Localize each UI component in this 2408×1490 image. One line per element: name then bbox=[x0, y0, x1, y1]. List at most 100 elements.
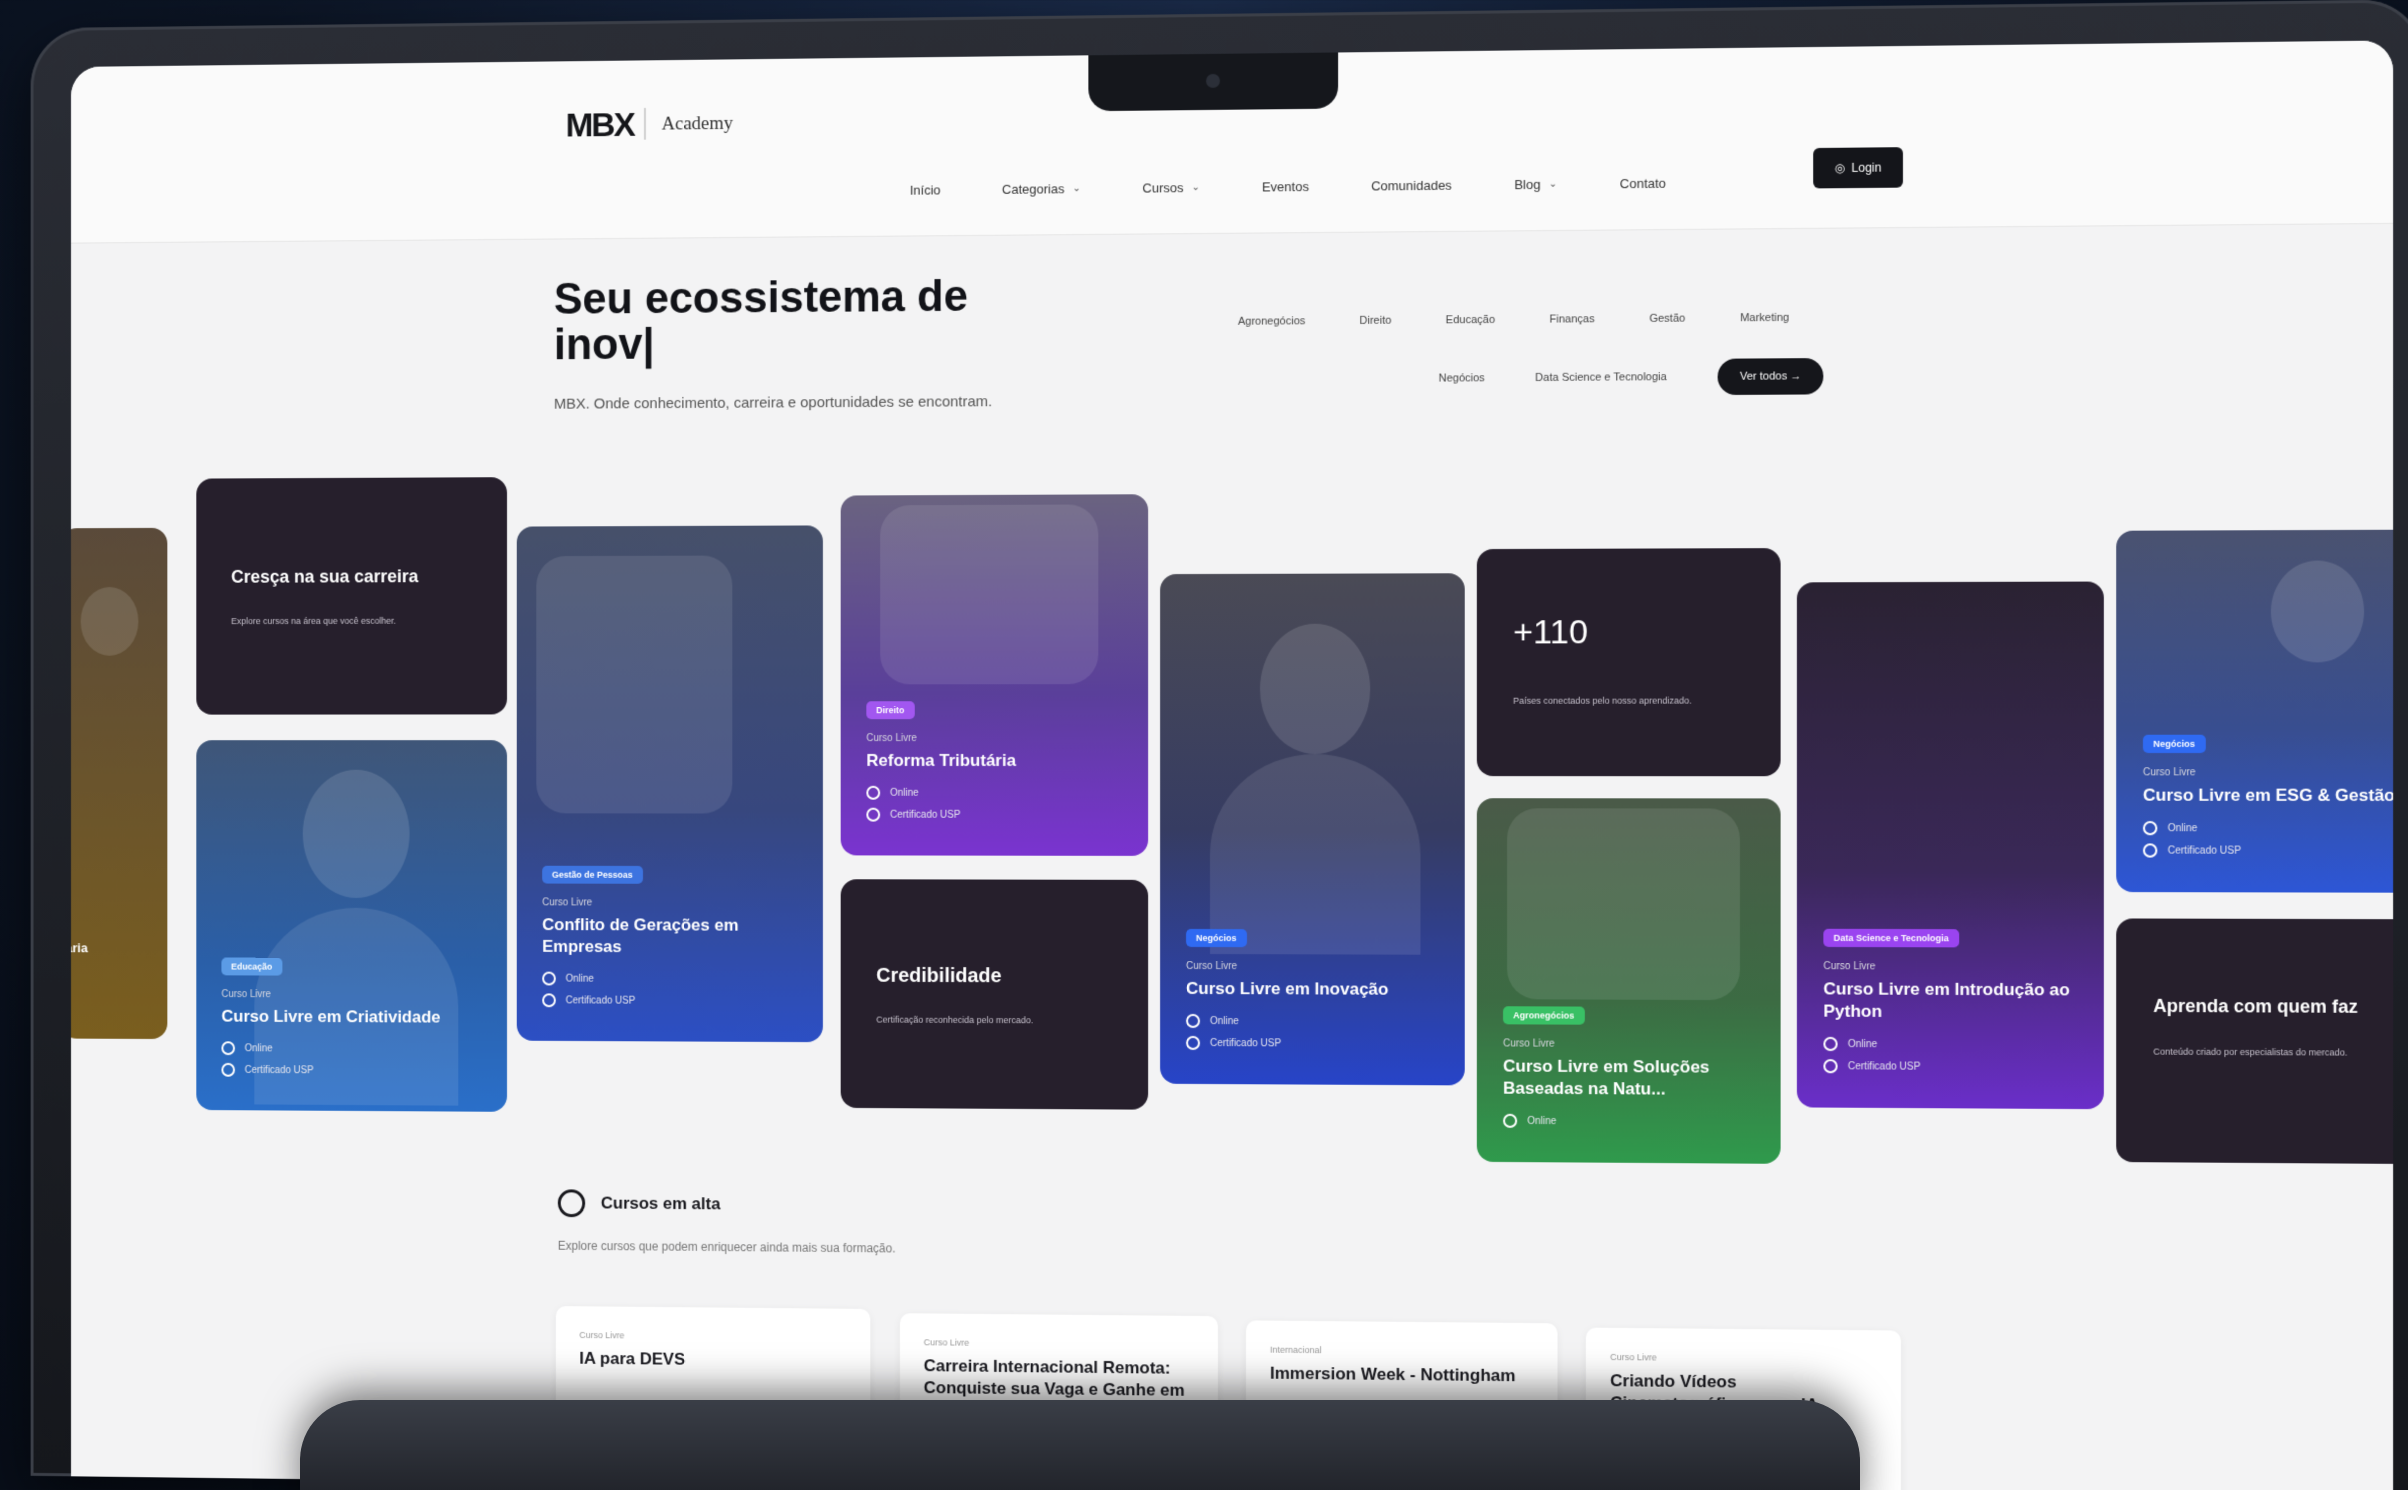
course-card[interactable]: Direito Curso Livre Reforma Tributária O… bbox=[840, 494, 1149, 856]
trending-label: Cursos em alta bbox=[600, 1193, 721, 1214]
category-badge: Gestão de Pessoas bbox=[542, 865, 643, 884]
chip-direito[interactable]: Direito bbox=[1359, 315, 1391, 327]
nav-eventos[interactable]: Eventos bbox=[1262, 179, 1309, 194]
login-button[interactable]: ◎ Login bbox=[1813, 147, 1903, 189]
cert-label: Certificado USP bbox=[2167, 844, 2242, 857]
course-meta: Agronegócios Curso Livre Curso Livre em … bbox=[1503, 1005, 1756, 1137]
location-icon bbox=[2142, 821, 2158, 836]
course-title: Curso Livre em Introdução ao Python bbox=[1823, 979, 2070, 1021]
cert-label: Certificado USP bbox=[244, 1064, 314, 1076]
course-name: IA para DEVS bbox=[579, 1348, 686, 1369]
person-image bbox=[536, 555, 733, 814]
category-badge: Data Science e Tecnologia bbox=[1823, 928, 1960, 948]
cert-info: Certificado USP bbox=[542, 993, 787, 1008]
learn-card[interactable]: Aprenda com quem faz Conteúdo criado por… bbox=[2116, 918, 2394, 1165]
course-card[interactable]: Educação Curso Livre Curso Livre em Cria… bbox=[196, 740, 508, 1112]
course-type: Curso Livre bbox=[866, 733, 917, 745]
online-label: Online bbox=[565, 973, 594, 985]
cert-info: Certificado USP bbox=[1186, 1035, 1437, 1051]
card-subtitle: Certificação reconhecida pelo mercado. bbox=[876, 1014, 1034, 1026]
course-card[interactable]: Negócios Curso Livre Curso Livre em Inov… bbox=[1160, 573, 1465, 1086]
location-icon bbox=[1823, 1036, 1838, 1052]
course-card[interactable]: Negócios Curso Livre Curso Livre em ESG … bbox=[2116, 529, 2394, 893]
nav-label: Blog bbox=[1514, 176, 1541, 193]
online-label: Online bbox=[1209, 1015, 1239, 1027]
hero-title: Seu ecossistema de inov| bbox=[553, 271, 968, 370]
course-type: Curso Livre bbox=[1186, 960, 1238, 973]
chip-educacao[interactable]: Educação bbox=[1446, 314, 1495, 326]
hero-subtitle: MBX. Onde conhecimento, carreira e oport… bbox=[553, 393, 993, 413]
nav-label: Comunidades bbox=[1371, 177, 1452, 194]
card-subtitle: Explore cursos na área que você escolher… bbox=[231, 615, 397, 627]
nav-categorias[interactable]: Categorias ⌄ bbox=[1002, 181, 1081, 197]
credibility-card[interactable]: Credibilidade Certificação reconhecida p… bbox=[840, 879, 1149, 1110]
course-meta: Data Science e Tecnologia Curso Livre Cu… bbox=[1823, 928, 2079, 1083]
course-meta: Gestão de Pessoas Curso Livre Conflito d… bbox=[542, 865, 787, 1016]
certificate-icon bbox=[1823, 1059, 1838, 1074]
online-info: Online bbox=[221, 1041, 464, 1056]
nav-blog[interactable]: Blog ⌄ bbox=[1514, 177, 1557, 192]
location-icon bbox=[221, 1041, 235, 1056]
nav-label: Contato bbox=[1619, 175, 1666, 192]
main-nav: Início Categorias ⌄ Cursos ⌄ Eventos Comun… bbox=[910, 176, 1666, 198]
see-all-button[interactable]: Ver todos → bbox=[1717, 358, 1824, 396]
user-icon: ◎ bbox=[1834, 160, 1846, 176]
nav-contato[interactable]: Contato bbox=[1620, 176, 1666, 192]
course-type: Curso Livre bbox=[2142, 767, 2196, 779]
course-card[interactable]: Gestão de Pessoas Curso Livre Conflito d… bbox=[516, 525, 823, 1043]
chip-gestao[interactable]: Gestão bbox=[1649, 313, 1685, 325]
chip-marketing[interactable]: Marketing bbox=[1740, 312, 1789, 324]
category-badge: Negócios bbox=[2142, 734, 2206, 754]
category-badge: Direito bbox=[866, 701, 915, 720]
chip-agronegocios[interactable]: Agronegócios bbox=[1238, 315, 1305, 327]
online-info: Online bbox=[2142, 821, 2393, 836]
course-title: Curso Livre em Inovação bbox=[1186, 978, 1389, 999]
laptop-frame: MBX Academy Início Categorias ⌄ Cursos ⌄ E… bbox=[30, 0, 2408, 1490]
person-image bbox=[1209, 754, 1421, 955]
nav-inicio[interactable]: Início bbox=[910, 182, 941, 197]
online-info: Online bbox=[866, 785, 1114, 800]
stat-number: +110 bbox=[1513, 613, 1588, 652]
person-image bbox=[302, 769, 410, 899]
certificate-icon bbox=[221, 1062, 235, 1077]
category-chips: Agronegócios Direito Educação Finanças G… bbox=[1238, 311, 1885, 398]
cert-info: Certificado USP bbox=[866, 807, 1114, 822]
logo[interactable]: MBX bbox=[566, 106, 634, 145]
chip-data-science[interactable]: Data Science e Tecnologia bbox=[1535, 371, 1667, 384]
certificate-icon bbox=[866, 807, 881, 822]
chevron-down-icon: ⌄ bbox=[1548, 178, 1558, 190]
person-image bbox=[2270, 560, 2365, 663]
chip-financas[interactable]: Finanças bbox=[1549, 313, 1594, 325]
card-subtitle: Países conectados pelo nosso aprendizado… bbox=[1513, 695, 1692, 706]
course-card-partial[interactable]: tária bbox=[71, 527, 168, 1040]
laptop-base bbox=[300, 1400, 1860, 1490]
course-meta: Negócios Curso Livre Curso Livre em Inov… bbox=[1186, 928, 1437, 1059]
login-label: Login bbox=[1851, 160, 1882, 175]
course-card[interactable]: Agronegócios Curso Livre Curso Livre em … bbox=[1476, 798, 1781, 1164]
course-meta: Negócios Curso Livre Curso Livre em ESG … bbox=[2142, 734, 2393, 867]
course-type: Curso Livre bbox=[1823, 961, 1876, 973]
trending-icon bbox=[557, 1189, 586, 1218]
cert-info: Certificado USP bbox=[1823, 1059, 2079, 1074]
cert-label: Certificado USP bbox=[1209, 1037, 1282, 1049]
online-label: Online bbox=[890, 787, 919, 799]
location-icon bbox=[542, 971, 556, 986]
trending-title: Cursos em alta bbox=[557, 1189, 721, 1218]
cert-info: Certificado USP bbox=[2142, 843, 2393, 858]
stat-card[interactable]: +110 Países conectados pelo nosso aprend… bbox=[1476, 548, 1781, 777]
course-card[interactable]: Data Science e Tecnologia Curso Livre Cu… bbox=[1796, 581, 2104, 1110]
course-name: Immersion Week - Nottingham bbox=[1269, 1363, 1516, 1386]
online-info: Online bbox=[542, 971, 787, 987]
nav-label: Cursos bbox=[1142, 180, 1184, 196]
nav-cursos[interactable]: Cursos ⌄ bbox=[1142, 180, 1199, 196]
nav-comunidades[interactable]: Comunidades bbox=[1371, 178, 1452, 194]
person-image bbox=[80, 586, 139, 656]
online-label: Online bbox=[1847, 1038, 1878, 1050]
online-label: Online bbox=[1527, 1115, 1557, 1127]
chip-negocios[interactable]: Negócios bbox=[1439, 372, 1485, 384]
nav-label: Eventos bbox=[1261, 179, 1309, 195]
course-type: Curso Livre bbox=[1610, 1351, 1657, 1363]
career-card[interactable]: Cresça na sua carreira Explore cursos na… bbox=[196, 477, 508, 715]
course-title: tária bbox=[71, 940, 88, 956]
card-title: Aprenda com quem faz bbox=[2153, 995, 2358, 1017]
